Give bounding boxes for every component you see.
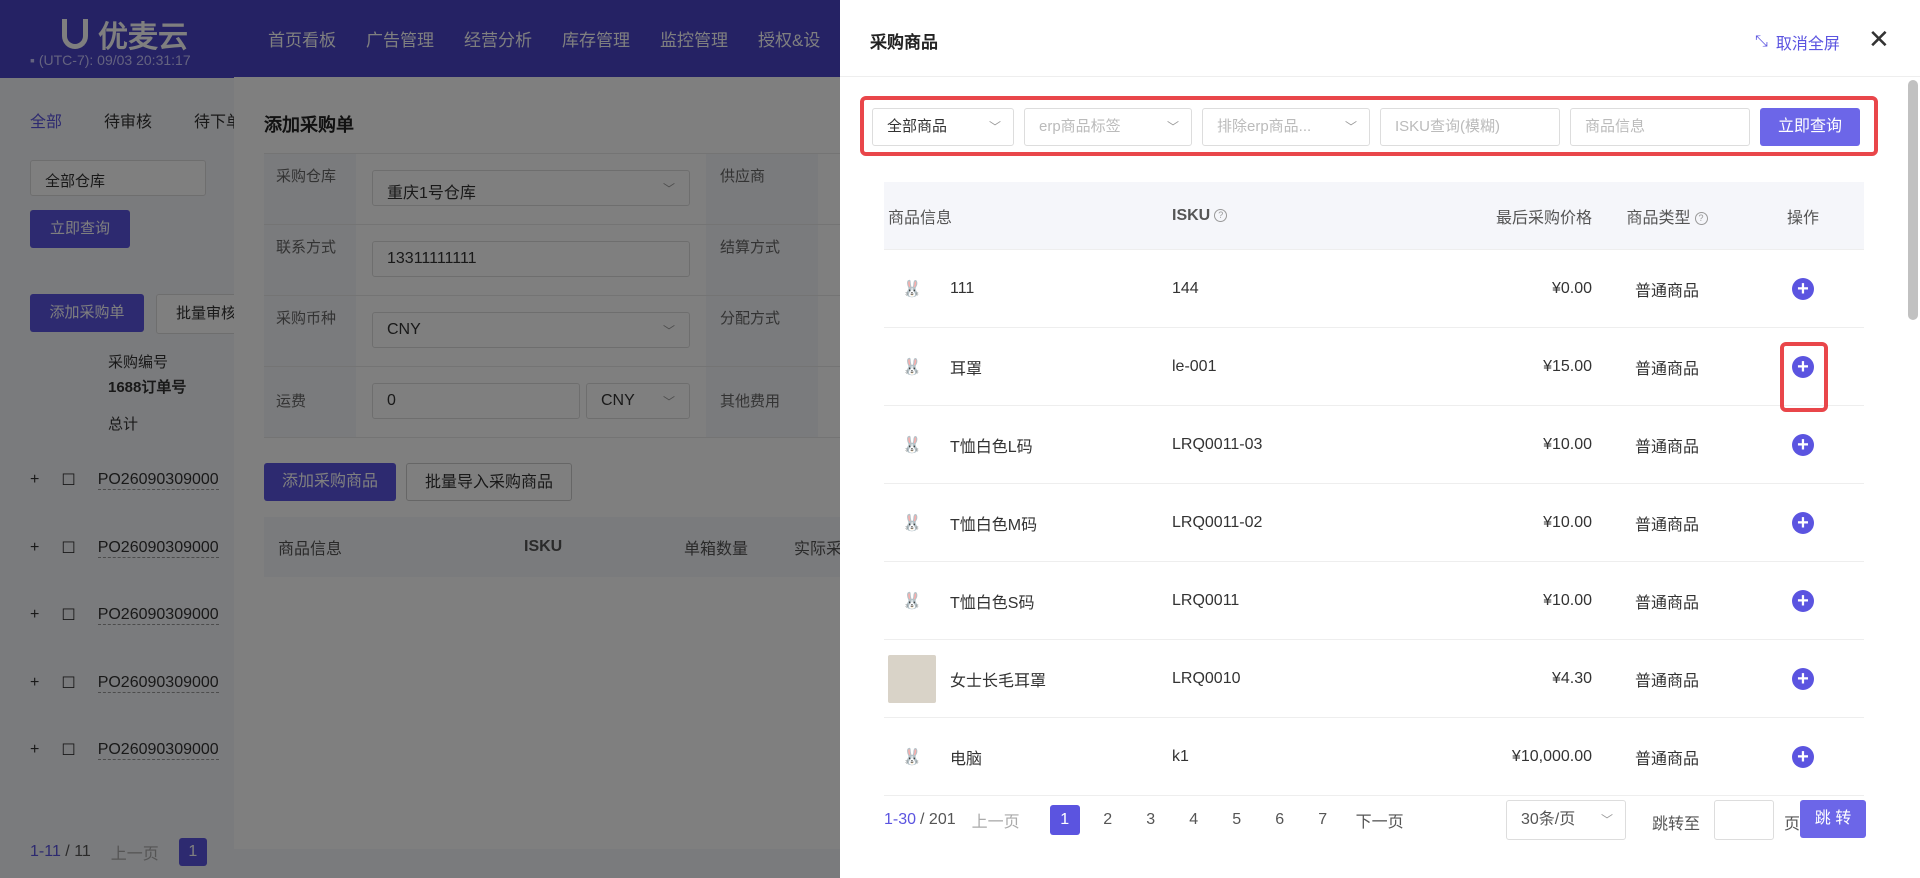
table-row: 🐰 111 144 ¥0.00 普通商品 +	[884, 250, 1864, 328]
jump-label: 跳转至	[1652, 816, 1701, 833]
goods-price: ¥10,000.00	[1511, 747, 1592, 765]
goods-name: T恤白色M码	[950, 516, 1038, 534]
pager-total: / 201	[920, 811, 956, 828]
goods-price: ¥10.00	[1543, 591, 1592, 609]
add-icon[interactable]: +	[1792, 511, 1814, 534]
page-3[interactable]: 3	[1136, 805, 1166, 835]
page-7[interactable]: 7	[1308, 805, 1338, 835]
goods-price: ¥10.00	[1543, 435, 1592, 453]
goods-price: ¥10.00	[1543, 513, 1592, 531]
goods-type: 普通商品	[1634, 360, 1699, 378]
exclude-erp-select[interactable]: 排除erp商品... ﹀	[1202, 108, 1370, 146]
isku-search-input[interactable]: ISKU查询(模糊)	[1380, 108, 1560, 146]
chevron-down-icon: ﹀	[988, 120, 1001, 134]
goods-price: ¥15.00	[1543, 357, 1592, 375]
bunny-icon: 🐰	[902, 280, 922, 298]
page-unit-label: 页	[1784, 816, 1801, 833]
add-highlight-box	[1780, 341, 1828, 412]
goods-price: ¥0.00	[1551, 279, 1592, 297]
table-row: 🐰 T恤白色M码 LRQ0011-02 ¥10.00 普通商品 +	[884, 484, 1864, 562]
scrollbar[interactable]	[1908, 80, 1918, 320]
goods-name: 电脑	[950, 750, 983, 768]
page-2[interactable]: 2	[1093, 805, 1123, 835]
next-page-button[interactable]: 下一页	[1356, 808, 1404, 832]
goods-type: 普通商品	[1634, 282, 1699, 300]
page-5[interactable]: 5	[1222, 805, 1252, 835]
bunny-icon: 🐰	[902, 514, 922, 532]
goods-type: 普通商品	[1634, 594, 1699, 612]
goods-name: T恤白色S码	[950, 594, 1035, 612]
goods-price: ¥4.30	[1551, 669, 1592, 687]
goods-table-header: 商品信息 ISKU? 最后采购价格 商品类型? 操作	[884, 182, 1864, 250]
goods-type: 普通商品	[1634, 672, 1699, 690]
goods-name: 111	[950, 279, 975, 297]
add-icon[interactable]: +	[1792, 589, 1814, 612]
goods-type: 普通商品	[1634, 438, 1699, 456]
goods-isku: LRQ0011-02	[1172, 513, 1263, 531]
drawer-pager: 1-30 / 201 上一页 1 2 3 4 5 6 7 下一页 30条/页 ﹀ …	[884, 800, 1866, 840]
goods-isku: 144	[1172, 279, 1199, 297]
table-row: 女士长毛耳罩 LRQ0010 ¥4.30 普通商品 +	[884, 640, 1864, 718]
page-6[interactable]: 6	[1265, 805, 1295, 835]
goods-scope-select[interactable]: 全部商品 ﹀	[872, 108, 1014, 146]
erp-tag-select[interactable]: erp商品标签 ﹀	[1024, 108, 1192, 146]
goods-type: 普通商品	[1634, 516, 1699, 534]
bunny-icon: 🐰	[902, 592, 922, 610]
goods-name: T恤白色L码	[950, 438, 1033, 456]
chevron-down-icon: ﹀	[1600, 813, 1613, 827]
bunny-icon: 🐰	[902, 358, 922, 376]
exit-fullscreen-icon: ⤡	[1755, 33, 1768, 50]
prev-page-button[interactable]: 上一页	[972, 808, 1020, 832]
page-1[interactable]: 1	[1049, 805, 1080, 835]
cancel-fullscreen-button[interactable]: ⤡ 取消全屏	[1755, 30, 1840, 54]
add-icon[interactable]: +	[1792, 277, 1814, 300]
goods-isku: le-001	[1172, 357, 1217, 375]
add-icon[interactable]: +	[1792, 433, 1814, 456]
divider	[840, 76, 1920, 77]
bunny-icon: 🐰	[902, 748, 922, 766]
query-button[interactable]: 立即查询	[1760, 108, 1860, 146]
goods-isku: LRQ0011-03	[1172, 435, 1263, 453]
chevron-down-icon: ﹀	[1344, 120, 1357, 134]
table-row: 🐰 T恤白色L码 LRQ0011-03 ¥10.00 普通商品 +	[884, 406, 1864, 484]
filter-bar: 全部商品 ﹀ erp商品标签 ﹀ 排除erp商品... ﹀ ISKU查询(模糊) 商品…	[872, 108, 1860, 146]
add-icon[interactable]: +	[1792, 745, 1814, 768]
fur-photo	[888, 654, 936, 703]
pager-range: 1-30	[884, 811, 917, 828]
goods-type: 普通商品	[1634, 750, 1699, 768]
goods-name: 女士长毛耳罩	[950, 672, 1047, 690]
table-row: 🐰 电脑 k1 ¥10,000.00 普通商品 +	[884, 718, 1864, 796]
jump-button[interactable]: 跳 转	[1800, 800, 1866, 838]
goods-isku: k1	[1172, 747, 1189, 765]
goods-info-input[interactable]: 商品信息	[1570, 108, 1750, 146]
goods-table: 商品信息 ISKU? 最后采购价格 商品类型? 操作 🐰 111 144 ¥0.0…	[884, 182, 1864, 796]
drawer-title: 采购商品	[870, 33, 938, 52]
page-size-select[interactable]: 30条/页 ﹀	[1506, 800, 1626, 840]
table-row: 🐰 耳罩 le-001 ¥15.00 普通商品 +	[884, 328, 1864, 412]
jump-page-input[interactable]	[1714, 800, 1774, 840]
chevron-down-icon: ﹀	[1166, 120, 1179, 134]
help-icon: ?	[1214, 208, 1228, 222]
help-icon: ?	[1694, 211, 1708, 225]
goods-drawer: 采购商品 ⤡ 取消全屏 ✕ 全部商品 ﹀ erp商品标签 ﹀ 排除erp商品... ﹀…	[840, 0, 1920, 878]
goods-isku: LRQ0011	[1172, 591, 1240, 609]
goods-isku: LRQ0010	[1172, 669, 1241, 687]
bunny-icon: 🐰	[902, 436, 922, 454]
add-icon[interactable]: +	[1792, 667, 1814, 690]
close-icon[interactable]: ✕	[1868, 24, 1890, 54]
goods-name: 耳罩	[950, 360, 983, 378]
table-row: 🐰 T恤白色S码 LRQ0011 ¥10.00 普通商品 +	[884, 562, 1864, 640]
page-4[interactable]: 4	[1179, 805, 1209, 835]
